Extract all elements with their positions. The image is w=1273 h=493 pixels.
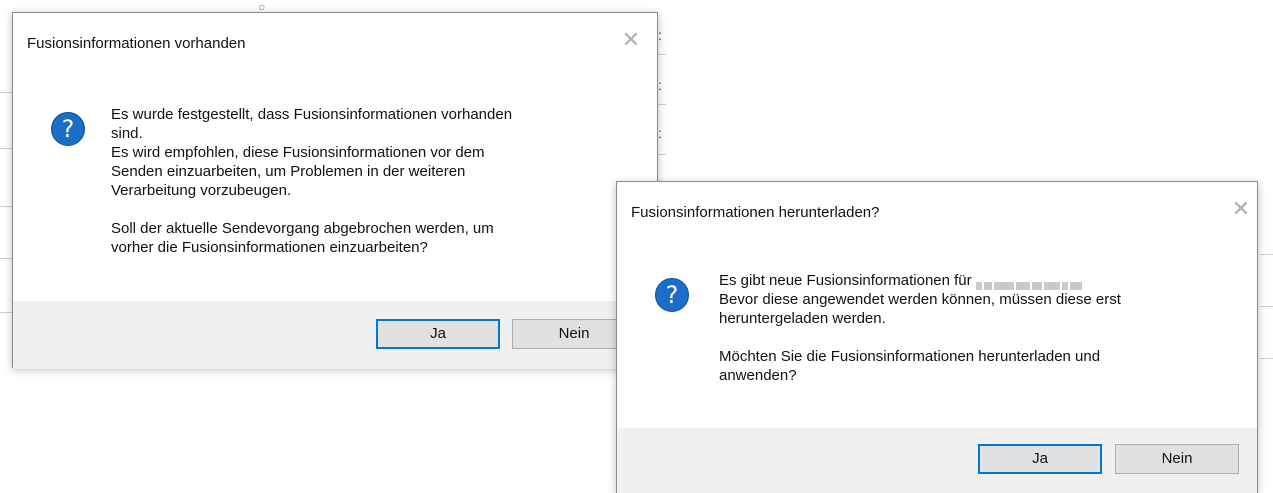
background-grid-line: [1260, 306, 1273, 307]
background-grid-line: [1260, 358, 1273, 359]
background-text-fragment: :: [658, 27, 662, 43]
download-merge-info-dialog: Fusionsinformationen herunterladen? ✕ ? …: [616, 181, 1258, 493]
message-prefix: Es gibt neue Fusionsinformationen für: [719, 272, 972, 289]
yes-button[interactable]: Ja: [978, 444, 1102, 474]
message-line: Es wird empfohlen, diese Fusionsinformat…: [111, 144, 485, 161]
question-line: anwenden?: [719, 367, 797, 384]
close-icon[interactable]: ✕: [619, 29, 643, 53]
message-line: Bevor diese angewendet werden können, mü…: [719, 291, 1121, 308]
message-line: heruntergeladen werden.: [719, 310, 886, 327]
dialog-title: Fusionsinformationen vorhanden: [27, 35, 246, 52]
question-line: Soll der aktuelle Sendevorgang abgebroch…: [111, 220, 494, 237]
dialog-message: Es wurde festgestellt, dass Fusionsinfor…: [111, 105, 631, 257]
dialog-button-bar: Ja Nein: [617, 428, 1257, 493]
background-text-fragment: :: [658, 125, 662, 141]
dialog-titlebar: Fusionsinformationen vorhanden ✕: [13, 13, 657, 71]
background-grid-line: [1260, 254, 1273, 255]
merge-info-available-dialog: Fusionsinformationen vorhanden ✕ ? Es wu…: [12, 12, 658, 369]
question-line: vorher die Fusionsinformationen einzuarb…: [111, 239, 428, 256]
dialog-button-bar: Ja Nein: [13, 301, 657, 369]
message-line: Verarbeitung vorzubeugen.: [111, 182, 292, 199]
close-icon[interactable]: ✕: [1229, 198, 1253, 222]
dialog-title: Fusionsinformationen herunterladen?: [631, 204, 880, 221]
question-icon: ?: [51, 112, 85, 146]
question-line: Möchten Sie die Fusionsinformationen her…: [719, 348, 1101, 365]
no-button[interactable]: Nein: [1115, 444, 1239, 474]
background-text-fragment: :: [658, 77, 662, 93]
question-icon: ?: [655, 278, 689, 312]
dialog-titlebar: Fusionsinformationen herunterladen? ✕: [617, 182, 1257, 240]
message-line: sind.: [111, 125, 143, 142]
message-line: Es gibt neue Fusionsinformationen für: [719, 271, 1239, 291]
background-glyph: ○: [258, 0, 266, 14]
background-window-right: [1256, 230, 1273, 360]
message-line: Es wurde festgestellt, dass Fusionsinfor…: [111, 106, 513, 123]
dialog-message: Es gibt neue Fusionsinformationen für Be…: [719, 271, 1239, 385]
message-line: Senden einzuarbeiten, um Problemen in de…: [111, 163, 466, 180]
redacted-name: [975, 276, 1084, 291]
yes-button[interactable]: Ja: [376, 319, 500, 349]
